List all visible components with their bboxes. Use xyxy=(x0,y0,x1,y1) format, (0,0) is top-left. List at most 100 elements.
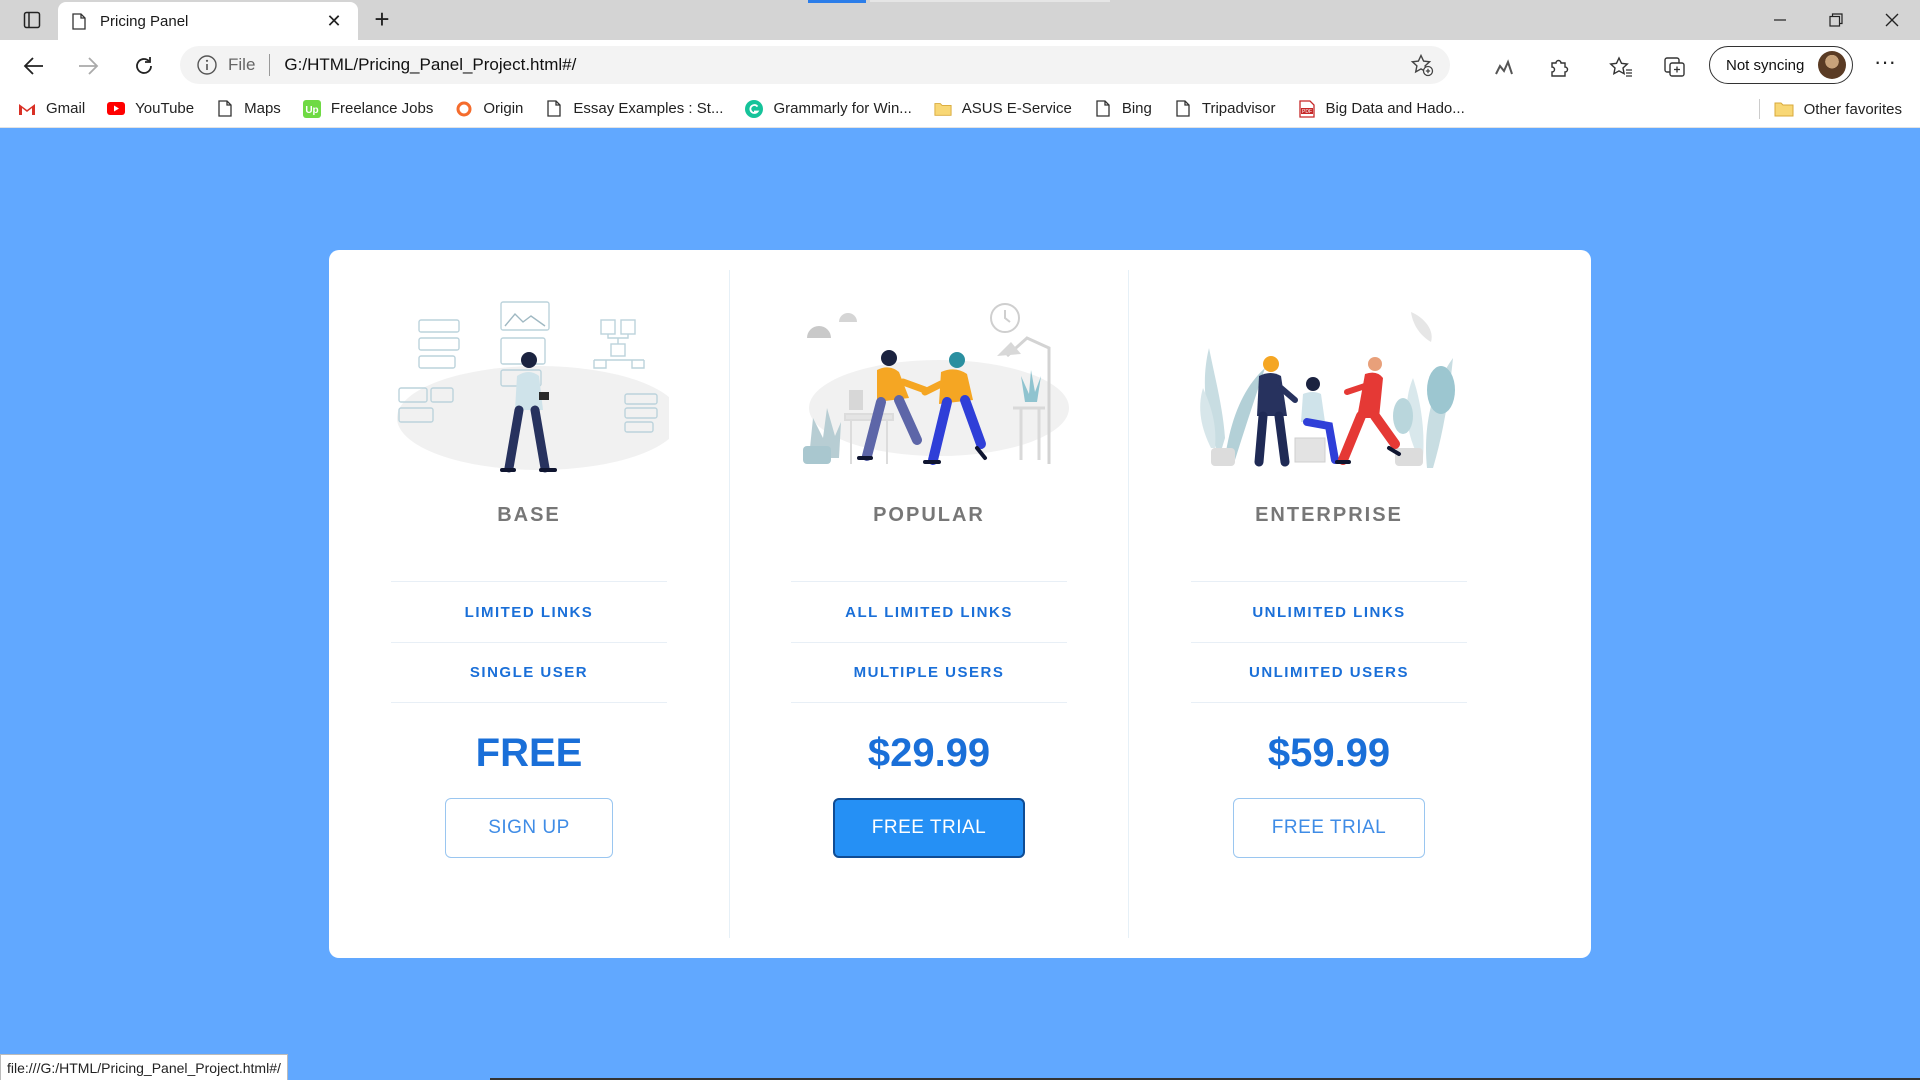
window-controls xyxy=(1752,0,1920,40)
favorite-label: Maps xyxy=(244,100,281,117)
gmail-icon xyxy=(18,100,36,118)
favorite-label: Gmail xyxy=(46,100,86,117)
favorite-item[interactable]: YouTube xyxy=(107,100,194,118)
avatar xyxy=(1818,51,1846,79)
favorite-item[interactable]: Up Freelance Jobs xyxy=(302,99,434,118)
browser-toolbar: File G:/HTML/Pricing_Panel_Project.html#… xyxy=(0,40,1920,90)
favorite-item[interactable]: Grammarly for Win... xyxy=(745,99,912,118)
plan-price: $29.99 xyxy=(867,731,991,775)
plan-price: FREE xyxy=(475,731,583,775)
feature-list: LIMITED LINKS SINGLE USER xyxy=(391,581,667,703)
address-bar[interactable]: File G:/HTML/Pricing_Panel_Project.html#… xyxy=(180,46,1450,84)
new-tab-button[interactable]: + xyxy=(368,6,396,34)
url-text[interactable]: G:/HTML/Pricing_Panel_Project.html#/ xyxy=(284,55,1410,75)
favorites-button[interactable] xyxy=(1608,54,1634,80)
sign-up-button[interactable]: SIGN UP xyxy=(445,798,613,858)
svg-text:PDF: PDF xyxy=(1302,109,1312,115)
address-separator xyxy=(269,54,271,76)
other-favorites-folder[interactable]: Other favorites xyxy=(1774,90,1902,128)
page-icon xyxy=(1094,100,1112,118)
tab-actions-icon xyxy=(23,11,41,29)
feature-item: LIMITED LINKS xyxy=(391,581,667,642)
origin-icon xyxy=(455,100,473,118)
favorite-item[interactable]: ASUS E-Service xyxy=(934,100,1072,118)
favorite-item[interactable]: Maps xyxy=(216,100,281,118)
plan-name: BASE xyxy=(497,504,561,526)
tab-strip-highlight xyxy=(870,0,1110,2)
other-favorites-label: Other favorites xyxy=(1803,100,1902,118)
info-icon[interactable] xyxy=(196,54,218,76)
favorite-item[interactable]: Bing xyxy=(1094,100,1152,118)
favorite-label: ASUS E-Service xyxy=(961,100,1072,117)
page-icon xyxy=(216,100,234,118)
favorites-divider xyxy=(1759,99,1760,119)
popular-illustration xyxy=(803,303,1069,465)
folder-icon xyxy=(1774,100,1794,118)
favorite-label: Big Data and Hado... xyxy=(1325,100,1465,117)
tab-title: Pricing Panel xyxy=(100,12,189,30)
favorite-item[interactable]: PDF Big Data and Hado... xyxy=(1298,99,1465,118)
favorite-item[interactable]: Gmail xyxy=(18,100,85,118)
back-button[interactable] xyxy=(18,50,50,82)
feature-item: UNLIMITED LINKS xyxy=(1191,581,1467,642)
feature-item: UNLIMITED USERS xyxy=(1191,642,1467,703)
feature-item: SINGLE USER xyxy=(391,642,667,703)
restore-icon xyxy=(1829,13,1843,27)
puzzle-icon xyxy=(1551,59,1569,77)
favorites-list-icon xyxy=(1609,56,1632,77)
favorite-label: Essay Examples : St... xyxy=(573,100,724,117)
favorite-label: Bing xyxy=(1121,100,1152,117)
favorite-item[interactable]: Tripadvisor xyxy=(1174,100,1276,118)
minimize-button[interactable] xyxy=(1752,0,1808,40)
page-icon xyxy=(72,12,86,30)
more-icon: ··· xyxy=(1874,49,1896,74)
base-illustration xyxy=(397,301,669,473)
performance-button[interactable] xyxy=(1492,54,1518,80)
tab-actions-button[interactable] xyxy=(14,8,50,32)
favorite-label: YouTube xyxy=(135,100,195,117)
favorite-label: Freelance Jobs xyxy=(330,100,434,117)
status-bar-url: file:///G:/HTML/Pricing_Panel_Project.ht… xyxy=(0,1054,288,1080)
feature-item: MULTIPLE USERS xyxy=(791,642,1067,703)
favorite-item[interactable]: Essay Examples : St... xyxy=(545,100,723,118)
upwork-icon: Up xyxy=(302,99,321,118)
profile-sync-button[interactable]: Not syncing xyxy=(1709,46,1853,84)
plan-card-popular: POPULAR ALL LIMITED LINKS MULTIPLE USERS… xyxy=(729,270,1129,938)
refresh-button[interactable] xyxy=(128,50,160,82)
enterprise-illustration xyxy=(1200,312,1455,468)
favorites-bar: Gmail YouTube Maps Up Freelance Jobs Origin Es… xyxy=(0,90,1920,128)
site-scheme-label: File xyxy=(228,55,256,74)
page-icon xyxy=(545,100,563,118)
plan-card-base: BASE LIMITED LINKS SINGLE USER FREE SIGN… xyxy=(329,250,729,958)
forward-button[interactable] xyxy=(72,50,104,82)
tab-strip: Pricing Panel ✕ + xyxy=(0,0,1920,40)
active-tab[interactable]: Pricing Panel ✕ xyxy=(58,2,358,40)
plan-name: ENTERPRISE xyxy=(1255,504,1403,526)
page-icon xyxy=(1174,100,1192,118)
refresh-icon xyxy=(136,57,152,74)
plan-name: POPULAR xyxy=(873,504,985,526)
more-menu-button[interactable]: ··· xyxy=(1868,48,1902,82)
free-trial-button-popular[interactable]: FREE TRIAL xyxy=(833,798,1025,858)
minimize-icon xyxy=(1774,19,1786,21)
collections-icon xyxy=(1664,57,1685,77)
collections-button[interactable] xyxy=(1662,54,1688,80)
youtube-icon xyxy=(107,100,126,118)
chart-icon xyxy=(1495,59,1513,75)
free-trial-button-enterprise[interactable]: FREE TRIAL xyxy=(1233,798,1425,858)
close-tab-icon[interactable]: ✕ xyxy=(324,11,344,32)
folder-icon xyxy=(934,100,952,118)
close-window-button[interactable] xyxy=(1864,0,1920,40)
plan-card-enterprise: ENTERPRISE UNLIMITED LINKS UNLIMITED USE… xyxy=(1129,250,1529,958)
arrow-left-icon xyxy=(23,57,43,75)
add-favorite-icon[interactable] xyxy=(1410,53,1434,77)
restore-button[interactable] xyxy=(1808,0,1864,40)
plan-price: $59.99 xyxy=(1267,731,1391,775)
grammarly-icon xyxy=(745,99,764,118)
favorite-label: Origin xyxy=(483,100,524,117)
favorite-label: Tripadvisor xyxy=(1201,100,1276,117)
extensions-button[interactable] xyxy=(1546,54,1572,80)
pricing-panel: BASE LIMITED LINKS SINGLE USER FREE SIGN… xyxy=(329,250,1591,958)
favorite-item[interactable]: Origin xyxy=(455,100,523,118)
sync-status: Not syncing xyxy=(1726,56,1805,74)
